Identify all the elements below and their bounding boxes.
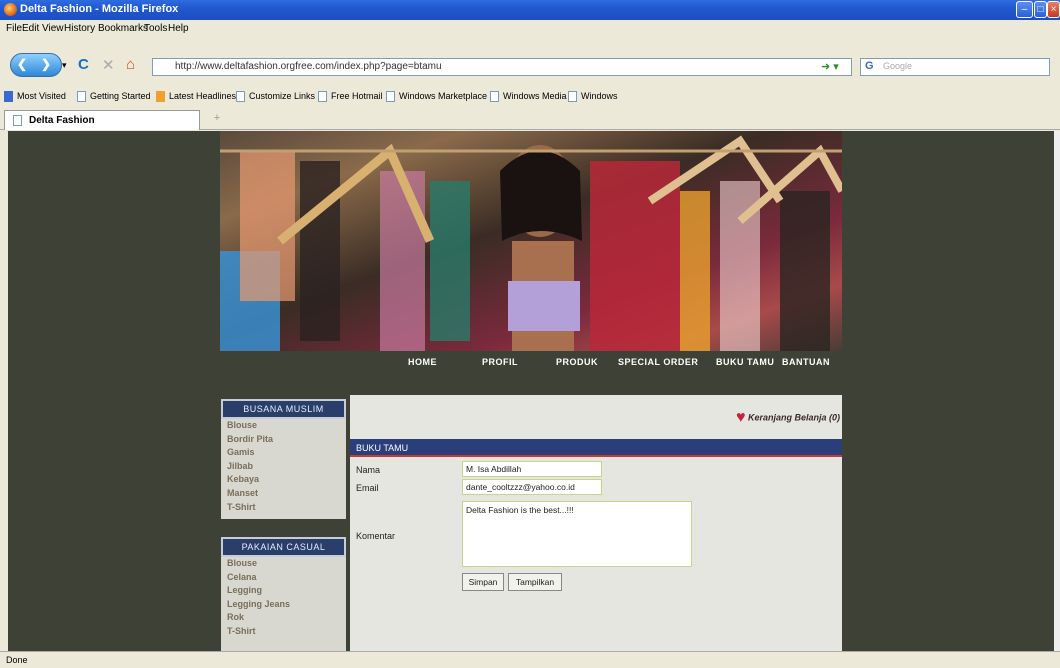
maximize-button[interactable]: □ [1034,1,1047,18]
new-tab-button[interactable]: + [206,112,228,128]
email-field[interactable] [462,479,602,495]
sidebar-list-pakaian-casual: Blouse Celana Legging Legging Jeans Rok … [221,557,346,651]
close-button[interactable]: × [1047,1,1060,18]
guestbook-heading: BUKU TAMU [350,439,842,457]
sidebar-item-gamis[interactable]: Gamis [221,446,346,460]
page-icon [77,91,86,103]
menu-file[interactable]: File [6,23,22,34]
back-icon[interactable]: ❮ [17,57,27,71]
search-box[interactable]: G Google [860,58,1050,76]
bookmark-windows[interactable]: Windows [568,91,618,103]
forward-icon[interactable]: ❯ [41,57,51,71]
bookmark-customize-links[interactable]: Customize Links [236,91,315,103]
sidebar-heading-busana-muslim: BUSANA MUSLIM [221,399,346,419]
title-bar: Delta Fashion - Mozilla Firefox – □ × [0,0,1060,20]
address-bar[interactable]: http://www.deltafashion.orgfree.com/inde… [152,58,852,76]
rss-icon [156,91,165,103]
komentar-label: Komentar [356,531,396,541]
cart-icon: ♥ [735,409,746,426]
status-text: Done [6,655,28,665]
email-label: Email [356,483,379,493]
search-placeholder[interactable]: Google [883,61,912,71]
menu-tools[interactable]: Tools [144,23,167,34]
status-bar: Done [0,651,1060,668]
nav-produk[interactable]: PRODUK [556,357,598,367]
go-icon[interactable]: ➜ ▾ [821,60,839,73]
cart-label[interactable]: Keranjang Belanja (0) [748,412,840,422]
sidebar-item-kebaya[interactable]: Kebaya [221,473,346,487]
shopping-cart-link[interactable]: ♥ Keranjang Belanja (0) [736,409,840,427]
reload-icon[interactable]: C [78,56,89,73]
nav-buku-tamu[interactable]: BUKU TAMU [716,357,774,367]
vertical-scrollbar[interactable] [1054,131,1060,651]
page-content: HOME PROFIL PRODUK SPECIAL ORDER BUKU TA… [8,131,1054,651]
page-icon [318,91,327,103]
sidebar-item-t-shirt[interactable]: T-Shirt [221,625,346,639]
bookmark-windows-media[interactable]: Windows Media [490,91,567,103]
bookmark-most-visited[interactable]: Most Visited [4,91,66,103]
nama-field[interactable] [462,461,602,477]
history-dropdown-icon[interactable]: ▾ [62,60,67,71]
sidebar-item-manset[interactable]: Manset [221,487,346,501]
nav-bantuan[interactable]: BANTUAN [782,357,830,367]
nama-label: Nama [356,465,381,475]
bookmark-icon [4,91,13,103]
menu-view[interactable]: View [42,23,64,34]
menu-bookmarks[interactable]: Bookmarks [98,23,148,34]
bookmark-windows-marketplace[interactable]: Windows Marketplace [386,91,487,103]
tampilkan-button[interactable]: Tampilkan [508,573,562,591]
page-icon [490,91,499,103]
firefox-icon [4,3,17,16]
google-icon: G [865,60,874,72]
bookmark-free-hotmail[interactable]: Free Hotmail [318,91,383,103]
menu-edit[interactable]: Edit [22,23,39,34]
menu-history[interactable]: History [64,23,95,34]
nav-profil[interactable]: PROFIL [482,357,518,367]
sidebar-item-blouse[interactable]: Blouse [221,419,346,433]
sidebar-item-rok[interactable]: Rok [221,611,346,625]
menu-bar: File Edit View History Bookmarks Tools H… [0,20,1060,38]
guestbook-panel: ♥ Keranjang Belanja (0) BUKU TAMU Nama E… [350,395,842,651]
address-url[interactable]: http://www.deltafashion.orgfree.com/inde… [175,61,442,72]
tab-strip: Delta Fashion + [0,108,1060,130]
sidebar-list-busana-muslim: Blouse Bordir Pita Gamis Jilbab Kebaya M… [221,419,346,519]
tab-delta-fashion[interactable]: Delta Fashion [4,110,200,130]
bookmark-latest-headlines[interactable]: Latest Headlines [156,91,236,103]
window-title: Delta Fashion - Mozilla Firefox [20,3,179,15]
site-navigation: HOME PROFIL PRODUK SPECIAL ORDER BUKU TA… [220,351,842,375]
sidebar-item-jilbab[interactable]: Jilbab [221,460,346,474]
page-icon [13,115,22,126]
page-icon [236,91,245,103]
sidebar-item-legging[interactable]: Legging [221,584,346,598]
bookmarks-toolbar: Most Visited Getting Started Latest Head… [0,86,1060,108]
stop-icon[interactable]: ✕ [102,56,115,74]
navigation-toolbar: ❮ ❯ ▾ C ✕ ⌂ http://www.deltafashion.orgf… [0,38,1060,86]
fashion-banner-image [220,131,842,351]
nav-special-order[interactable]: SPECIAL ORDER [618,357,698,367]
back-forward-buttons[interactable]: ❮ ❯ [10,53,62,77]
browser-window: Delta Fashion - Mozilla Firefox – □ × Fi… [0,0,1060,668]
sidebar-item-bordir-pita[interactable]: Bordir Pita [221,433,346,447]
komentar-field[interactable]: Delta Fashion is the best...!!! [462,501,692,567]
simpan-button[interactable]: Simpan [462,573,504,591]
nav-home[interactable]: HOME [408,357,437,367]
home-icon[interactable]: ⌂ [126,56,135,73]
sidebar-item-blouse[interactable]: Blouse [221,557,346,571]
tab-label: Delta Fashion [29,115,95,126]
sidebar-item-t-shirt[interactable]: T-Shirt [221,501,346,515]
page-icon [568,91,577,103]
menu-help[interactable]: Help [168,23,189,34]
bookmark-getting-started[interactable]: Getting Started [77,91,151,103]
sidebar-heading-pakaian-casual: PAKAIAN CASUAL [221,537,346,557]
sidebar-item-legging-jeans[interactable]: Legging Jeans [221,598,346,612]
minimize-button[interactable]: – [1016,1,1033,18]
page-icon [386,91,395,103]
sidebar-item-celana[interactable]: Celana [221,571,346,585]
